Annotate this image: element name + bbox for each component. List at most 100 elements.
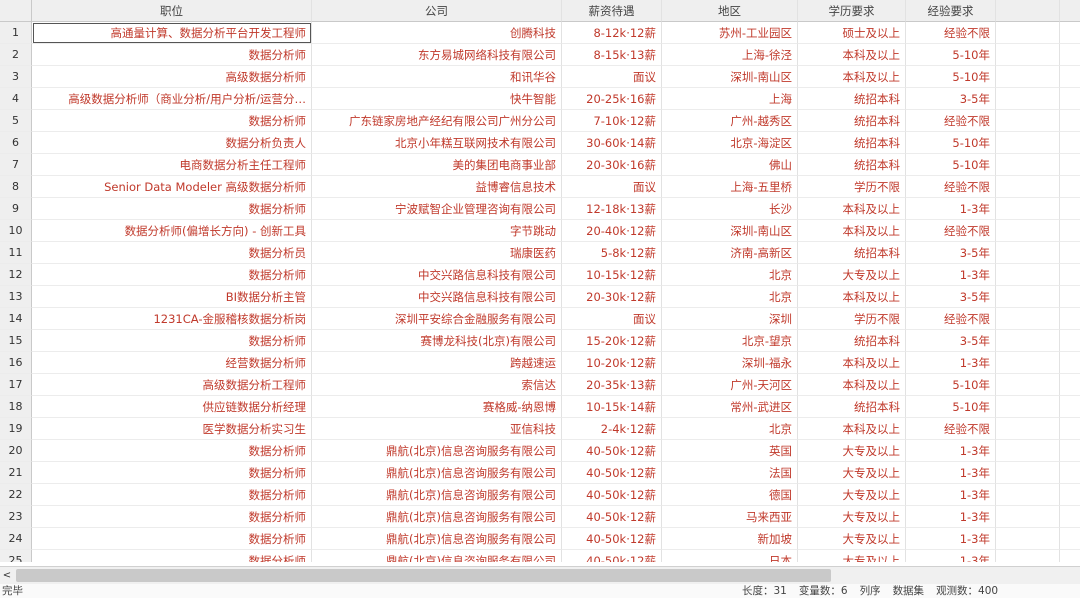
cell-position[interactable]: 高级数据分析师（商业分析/用户分析/运营分… xyxy=(32,88,312,110)
table-row[interactable]: 15 数据分析师 赛博龙科技(北京)有限公司 15-20k·12薪 北京-望京 统招本科 3… xyxy=(0,330,1080,352)
cell-empty[interactable] xyxy=(1060,308,1080,330)
cell-experience[interactable]: 1-3年 xyxy=(906,440,996,462)
table-row[interactable]: 3 高级数据分析师 和讯华谷 面议 深圳-南山区 本科及以上 5-10年 xyxy=(0,66,1080,88)
cell-region[interactable]: 苏州-工业园区 xyxy=(662,22,798,44)
cell-empty[interactable] xyxy=(1060,440,1080,462)
row-number[interactable]: 14 xyxy=(0,308,32,330)
cell-company[interactable]: 东方易城网络科技有限公司 xyxy=(312,44,562,66)
cell-education[interactable]: 大专及以上 xyxy=(798,528,906,550)
cell-region[interactable]: 佛山 xyxy=(662,154,798,176)
cell-position[interactable]: 数据分析师 xyxy=(32,484,312,506)
cell-region[interactable]: 济南-高新区 xyxy=(662,242,798,264)
cell-salary[interactable]: 15-20k·12薪 xyxy=(562,330,662,352)
cell-empty[interactable] xyxy=(1060,44,1080,66)
cell-empty[interactable] xyxy=(996,462,1060,484)
cell-company[interactable]: 创腾科技 xyxy=(312,22,562,44)
table-row[interactable]: 6 数据分析负责人 北京小年糕互联网技术有限公司 30-60k·14薪 北京-海淀区 统招… xyxy=(0,132,1080,154)
cell-company[interactable]: 鼎航(北京)信息咨询服务有限公司 xyxy=(312,440,562,462)
table-row[interactable]: 2 数据分析师 东方易城网络科技有限公司 8-15k·13薪 上海-徐泾 本科及以上 5-1… xyxy=(0,44,1080,66)
cell-experience[interactable]: 经验不限 xyxy=(906,176,996,198)
cell-region[interactable]: 深圳-南山区 xyxy=(662,220,798,242)
table-row[interactable]: 24 数据分析师 鼎航(北京)信息咨询服务有限公司 40-50k·12薪 新加坡 大专及以… xyxy=(0,528,1080,550)
cell-company[interactable]: 深圳平安综合金融服务有限公司 xyxy=(312,308,562,330)
cell-education[interactable]: 统招本科 xyxy=(798,330,906,352)
table-row[interactable]: 23 数据分析师 鼎航(北京)信息咨询服务有限公司 40-50k·12薪 马来西亚 大专及… xyxy=(0,506,1080,528)
cell-region[interactable]: 北京 xyxy=(662,286,798,308)
cell-education[interactable]: 大专及以上 xyxy=(798,506,906,528)
cell-position[interactable]: 供应链数据分析经理 xyxy=(32,396,312,418)
row-number[interactable]: 11 xyxy=(0,242,32,264)
cell-experience[interactable]: 经验不限 xyxy=(906,110,996,132)
cell-education[interactable]: 大专及以上 xyxy=(798,462,906,484)
cell-education[interactable]: 本科及以上 xyxy=(798,418,906,440)
row-number[interactable]: 19 xyxy=(0,418,32,440)
cell-empty[interactable] xyxy=(1060,198,1080,220)
cell-empty[interactable] xyxy=(1060,506,1080,528)
header-position[interactable]: 职位 xyxy=(32,0,312,22)
cell-empty[interactable] xyxy=(1060,220,1080,242)
cell-empty[interactable] xyxy=(996,506,1060,528)
cell-region[interactable]: 日本 xyxy=(662,550,798,562)
table-row[interactable]: 5 数据分析师 广东链家房地产经纪有限公司广州分公司 7-10k·12薪 广州-越秀区统… xyxy=(0,110,1080,132)
cell-empty[interactable] xyxy=(996,44,1060,66)
cell-experience[interactable]: 5-10年 xyxy=(906,44,996,66)
cell-position[interactable]: 数据分析师 xyxy=(32,440,312,462)
table-row[interactable]: 13 BI数据分析主管 中交兴路信息科技有限公司 20-30k·12薪 北京 本科及以上 3… xyxy=(0,286,1080,308)
header-empty-1[interactable] xyxy=(996,0,1060,22)
cell-position[interactable]: 高级数据分析师 xyxy=(32,66,312,88)
row-number[interactable]: 21 xyxy=(0,462,32,484)
row-number[interactable]: 10 xyxy=(0,220,32,242)
cell-region[interactable]: 北京-海淀区 xyxy=(662,132,798,154)
cell-empty[interactable] xyxy=(996,176,1060,198)
cell-salary[interactable]: 30-60k·14薪 xyxy=(562,132,662,154)
table-row[interactable]: 14 1231CA-金服稽核数据分析岗 深圳平安综合金融服务有限公司 面议 深圳 学历不限… xyxy=(0,308,1080,330)
cell-company[interactable]: 赛格威-纳恩博 xyxy=(312,396,562,418)
header-empty-2[interactable] xyxy=(1060,0,1080,22)
cell-salary[interactable]: 面议 xyxy=(562,66,662,88)
cell-company[interactable]: 瑞康医药 xyxy=(312,242,562,264)
cell-empty[interactable] xyxy=(1060,418,1080,440)
row-number[interactable]: 4 xyxy=(0,88,32,110)
cell-position[interactable]: 数据分析师 xyxy=(32,462,312,484)
cell-empty[interactable] xyxy=(1060,286,1080,308)
cell-empty[interactable] xyxy=(996,88,1060,110)
cell-empty[interactable] xyxy=(1060,66,1080,88)
cell-empty[interactable] xyxy=(996,352,1060,374)
cell-empty[interactable] xyxy=(1060,396,1080,418)
cell-empty[interactable] xyxy=(996,418,1060,440)
cell-empty[interactable] xyxy=(996,550,1060,562)
cell-experience[interactable]: 5-10年 xyxy=(906,66,996,88)
cell-empty[interactable] xyxy=(1060,110,1080,132)
cell-salary[interactable]: 2-4k·12薪 xyxy=(562,418,662,440)
cell-position[interactable]: 数据分析员 xyxy=(32,242,312,264)
cell-empty[interactable] xyxy=(996,110,1060,132)
cell-education[interactable]: 学历不限 xyxy=(798,308,906,330)
cell-position[interactable]: Senior Data Modeler 高级数据分析师 xyxy=(32,176,312,198)
cell-empty[interactable] xyxy=(1060,132,1080,154)
cell-experience[interactable]: 5-10年 xyxy=(906,396,996,418)
cell-empty[interactable] xyxy=(996,154,1060,176)
cell-position[interactable]: 数据分析负责人 xyxy=(32,132,312,154)
cell-salary[interactable]: 10-15k·12薪 xyxy=(562,264,662,286)
cell-empty[interactable] xyxy=(996,132,1060,154)
table-row[interactable]: 10 数据分析师(偏增长方向) - 创新工具 字节跳动 20-40k·12薪 深圳-南山… xyxy=(0,220,1080,242)
row-number[interactable]: 22 xyxy=(0,484,32,506)
cell-company[interactable]: 赛博龙科技(北京)有限公司 xyxy=(312,330,562,352)
cell-position[interactable]: BI数据分析主管 xyxy=(32,286,312,308)
cell-salary[interactable]: 面议 xyxy=(562,176,662,198)
table-row[interactable]: 11 数据分析员 瑞康医药 5-8k·12薪 济南-高新区 统招本科 3-5年 xyxy=(0,242,1080,264)
cell-company[interactable]: 索信达 xyxy=(312,374,562,396)
cell-education[interactable]: 本科及以上 xyxy=(798,66,906,88)
row-number[interactable]: 15 xyxy=(0,330,32,352)
row-number[interactable]: 23 xyxy=(0,506,32,528)
cell-empty[interactable] xyxy=(996,308,1060,330)
cell-position[interactable]: 1231CA-金服稽核数据分析岗 xyxy=(32,308,312,330)
cell-education[interactable]: 大专及以上 xyxy=(798,484,906,506)
cell-empty[interactable] xyxy=(996,242,1060,264)
cell-region[interactable]: 常州-武进区 xyxy=(662,396,798,418)
cell-empty[interactable] xyxy=(1060,550,1080,562)
cell-salary[interactable]: 40-50k·12薪 xyxy=(562,484,662,506)
cell-region[interactable]: 深圳 xyxy=(662,308,798,330)
row-number[interactable]: 17 xyxy=(0,374,32,396)
table-row[interactable]: 7 电商数据分析主任工程师 美的集团电商事业部 20-30k·16薪 佛山 统招本科 5-1… xyxy=(0,154,1080,176)
